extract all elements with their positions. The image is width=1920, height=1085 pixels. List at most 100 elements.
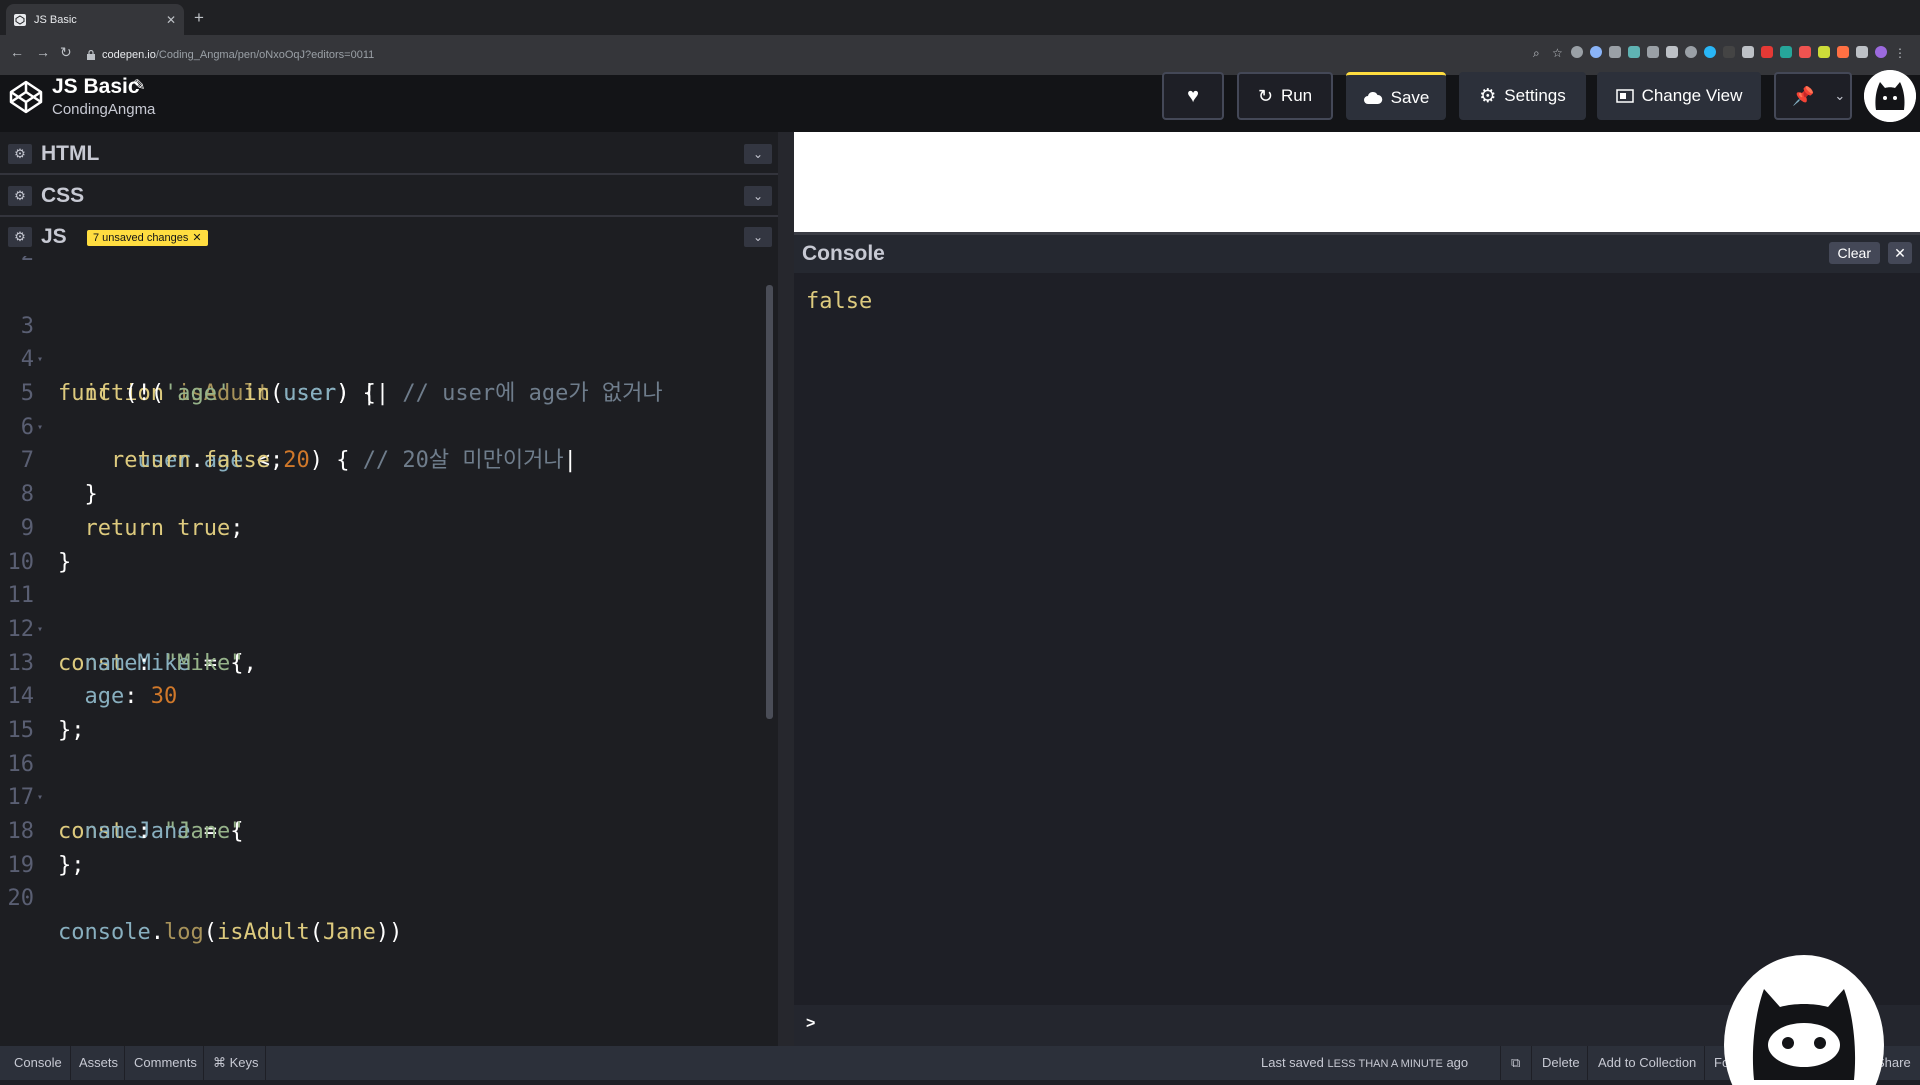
extension-icon[interactable] [1647, 46, 1659, 58]
css-editor-label: CSS [41, 184, 85, 207]
console-prompt: > [806, 1015, 816, 1032]
chevron-down-icon[interactable]: ⌄ [744, 144, 772, 164]
preview-frame[interactable] [794, 132, 1920, 232]
profile-avatar-icon[interactable] [1875, 46, 1887, 58]
run-button[interactable]: ↻ Run [1237, 72, 1333, 120]
new-tab-button[interactable]: + [194, 8, 204, 28]
css-editor-header[interactable]: ⚙ CSS ⌄ [0, 177, 778, 217]
clear-console-button[interactable]: Clear [1828, 242, 1880, 264]
delete-button[interactable]: Delete [1542, 1055, 1580, 1070]
external-link-icon[interactable]: ⧉ [1511, 1055, 1520, 1071]
kebab-menu-icon[interactable]: ⋮ [1894, 46, 1906, 60]
html-editor-header[interactable]: ⚙ HTML ⌄ [0, 135, 778, 175]
footer-console-button[interactable]: Console [14, 1055, 62, 1070]
code-line: 5 ▾ user.age < 20) { // 20살 미만이거나| [0, 343, 760, 473]
close-icon[interactable]: ✕ [192, 230, 201, 246]
extension-icon[interactable] [1761, 46, 1773, 58]
cloud-icon [1363, 91, 1382, 104]
url-host: codepen.io [102, 49, 156, 61]
html-editor-label: HTML [41, 142, 100, 165]
user-avatar[interactable] [1864, 70, 1916, 122]
divider [1531, 1046, 1532, 1080]
extension-icon[interactable] [1590, 46, 1602, 58]
browser-tab[interactable]: JS Basic ✕ [6, 4, 184, 35]
js-editor-header[interactable]: ⚙ JS 7 unsaved changes ✕ ⌄ [0, 218, 778, 258]
code-line: 18 }; [0, 781, 760, 878]
last-saved-suffix: ago [1446, 1055, 1469, 1070]
bookmark-star-icon[interactable]: ☆ [1552, 46, 1564, 60]
code-line: 16 ▾ const Jane = { [0, 714, 760, 844]
zoom-icon[interactable]: ⌕ [1533, 46, 1545, 60]
browser-tab-bar: JS Basic ✕ + [0, 0, 1920, 35]
change-view-label: Change View [1641, 86, 1743, 105]
pen-title[interactable]: JS Basic [52, 75, 140, 99]
divider [265, 1046, 266, 1080]
add-to-collection-button[interactable]: Add to Collection [1598, 1055, 1696, 1070]
extension-icon[interactable] [1818, 46, 1830, 58]
browser-tab-title: JS Basic [34, 13, 77, 26]
extension-icon[interactable] [1704, 46, 1716, 58]
footer-comments-button[interactable]: Comments [134, 1055, 197, 1070]
code-line: 7 } [0, 411, 760, 507]
browser-toolbar: ← → ↻ codepen.io/Coding_Angma/pen/oNxoOq… [0, 35, 1920, 75]
code-line: 8 return true; [0, 444, 760, 541]
code-line: 15 [0, 680, 760, 743]
address-bar[interactable]: codepen.io/Coding_Angma/pen/oNxoOqJ?edit… [86, 41, 1486, 69]
pane-resize-handle[interactable] [778, 132, 794, 1046]
pen-author[interactable]: CondingAngma [52, 101, 155, 118]
divider [1587, 1046, 1588, 1080]
code-text: console.log(isAdult(Jane)) [58, 920, 403, 946]
code-line: 6 return false; [0, 377, 760, 474]
github-cat-mascot-icon [1724, 955, 1884, 1085]
reload-icon[interactable]: ↻ [60, 44, 72, 61]
js-code-editor[interactable]: 2 3 ▾ function isAdult(user) { 4 if (!('… [0, 256, 760, 945]
last-saved-time: LESS THAN A MINUTE [1327, 1058, 1443, 1070]
divider [70, 1046, 71, 1080]
extension-icon[interactable] [1780, 46, 1792, 58]
extension-icon[interactable] [1742, 46, 1754, 58]
extension-icons: ⌕ ☆ ⋮ [1533, 46, 1906, 60]
extension-icon[interactable] [1799, 46, 1811, 58]
js-editor-label: JS [41, 225, 67, 248]
extension-icon[interactable] [1666, 46, 1678, 58]
divider [203, 1046, 204, 1080]
change-view-button[interactable]: Change View [1597, 72, 1761, 120]
extension-icon[interactable] [1723, 46, 1735, 58]
extension-icon[interactable] [1837, 46, 1849, 58]
chevron-down-icon[interactable]: ⌄ [744, 186, 772, 206]
gear-icon[interactable]: ⚙ [8, 144, 32, 164]
gear-icon: ⚙ [1479, 85, 1497, 107]
unsaved-changes-text: 7 unsaved changes [93, 232, 189, 244]
gear-icon[interactable]: ⚙ [8, 227, 32, 247]
code-line: 4 if (!('age' in user) || // user에 age가 … [0, 310, 760, 406]
unsaved-changes-badge[interactable]: 7 unsaved changes ✕ [87, 230, 208, 246]
chevron-down-icon[interactable]: ⌄ [744, 227, 772, 247]
back-icon[interactable]: ← [10, 44, 24, 60]
footer-assets-button[interactable]: Assets [79, 1055, 118, 1070]
close-tab-icon[interactable]: ✕ [166, 13, 176, 27]
chevron-down-icon[interactable]: ⌄ [1834, 88, 1845, 104]
extension-icon[interactable] [1685, 46, 1697, 58]
refresh-icon: ↻ [1257, 85, 1273, 106]
gear-icon[interactable]: ⚙ [8, 186, 32, 206]
codepen-logo-icon[interactable] [8, 79, 44, 115]
heart-button[interactable]: ♥ [1162, 72, 1224, 120]
puzzle-icon[interactable] [1856, 46, 1868, 58]
forward-icon[interactable]: → [36, 44, 50, 60]
close-icon[interactable]: ✕ [1888, 242, 1912, 264]
pin-button[interactable]: 📌 ⌄ [1774, 72, 1852, 120]
last-saved-prefix: Last saved [1261, 1055, 1324, 1070]
extension-icon[interactable] [1609, 46, 1621, 58]
settings-button[interactable]: ⚙ Settings [1459, 72, 1586, 120]
lock-icon [87, 50, 95, 60]
layout-icon [1615, 89, 1634, 103]
save-button[interactable]: Save [1346, 72, 1446, 120]
editor-scrollbar[interactable] [766, 285, 773, 719]
extension-icon[interactable] [1571, 46, 1583, 58]
code-line: 3 ▾ function isAdult(user) { [0, 276, 760, 406]
code-line: 12 name: "Mike", [0, 579, 760, 676]
extension-icon[interactable] [1628, 46, 1640, 58]
footer-keys-button[interactable]: ⌘ Keys [213, 1055, 259, 1071]
code-line: 19 [0, 815, 760, 878]
edit-pencil-icon[interactable]: ✎ [133, 76, 146, 94]
